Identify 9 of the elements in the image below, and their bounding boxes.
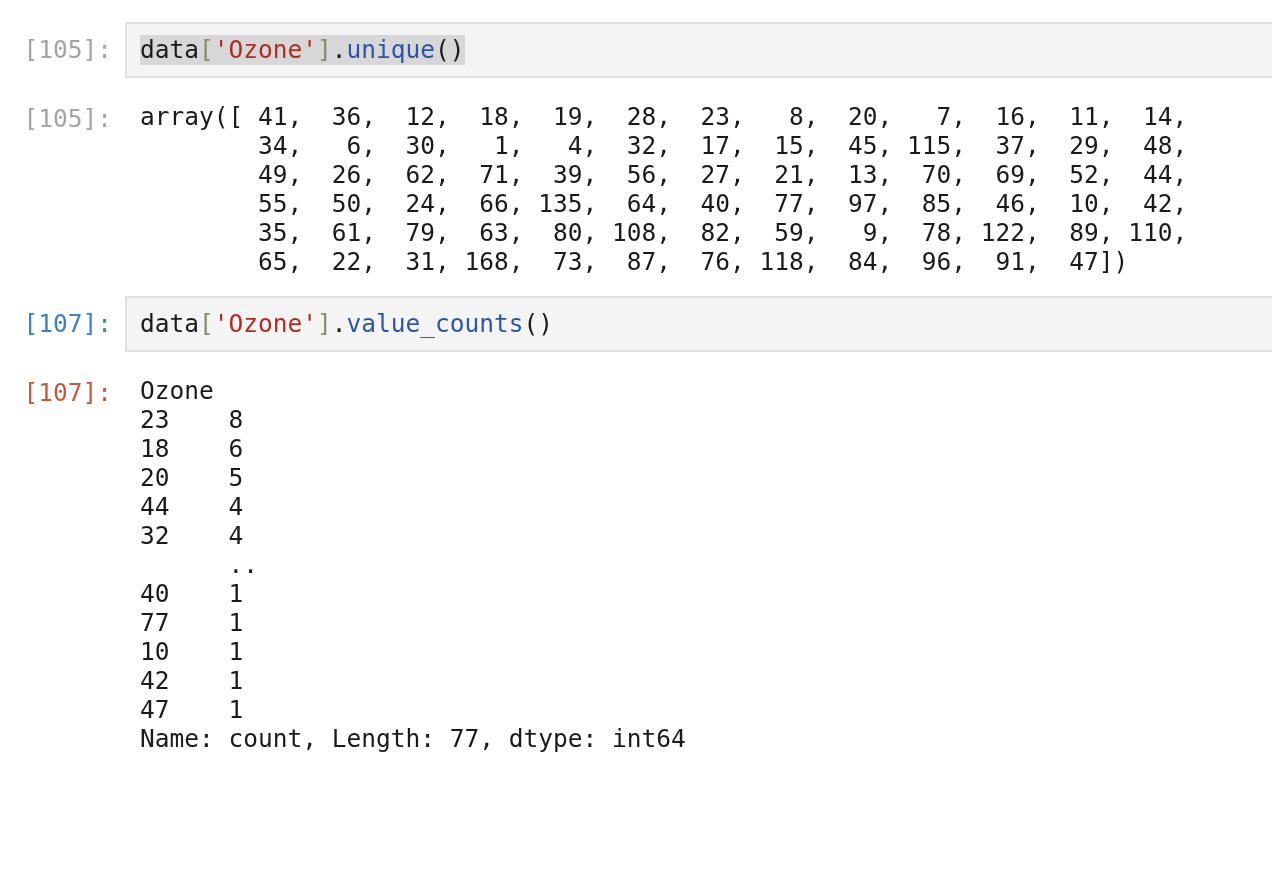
output-prompt: [105]: (22, 103, 112, 135)
cell-output: array([ 41, 36, 12, 18, 19, 28, 23, 8, 20, 7, 16, 11, 14, 34, 6, 30, 1, 4, 32, 17, 15, 45, 115, 37, 29, 48, 49, 26, 62, 71, 39, 56, 27, 21, 13, 70, 69, 52, 44, 55, 50, 24, 66, 135, 64, 40, 77, 97, 85, 46, 10, 42, 35, 61, 79, 63, 80, 108, 82, 59, 9, 78, 122, 89, 110, 65, 22, 31, 168, 73, 87, 76, 118, 84, 96, 91, 47]) (140, 102, 1188, 276)
input-prompt: [107]: (22, 308, 112, 340)
code-input[interactable]: data['Ozone'].unique() (125, 22, 1272, 78)
code-input[interactable]: data['Ozone'].value_counts() (125, 296, 1272, 352)
code-line: data['Ozone'].value_counts() (140, 309, 554, 339)
input-prompt: [105]: (22, 34, 112, 66)
cell-output: Ozone 23 8 18 6 20 5 44 4 32 4 .. 40 1 77 1 10 1 42 1 47 1 Name: count, Length: 77, dtype: int64 (140, 376, 686, 753)
output-prompt: [107]: (22, 377, 112, 409)
